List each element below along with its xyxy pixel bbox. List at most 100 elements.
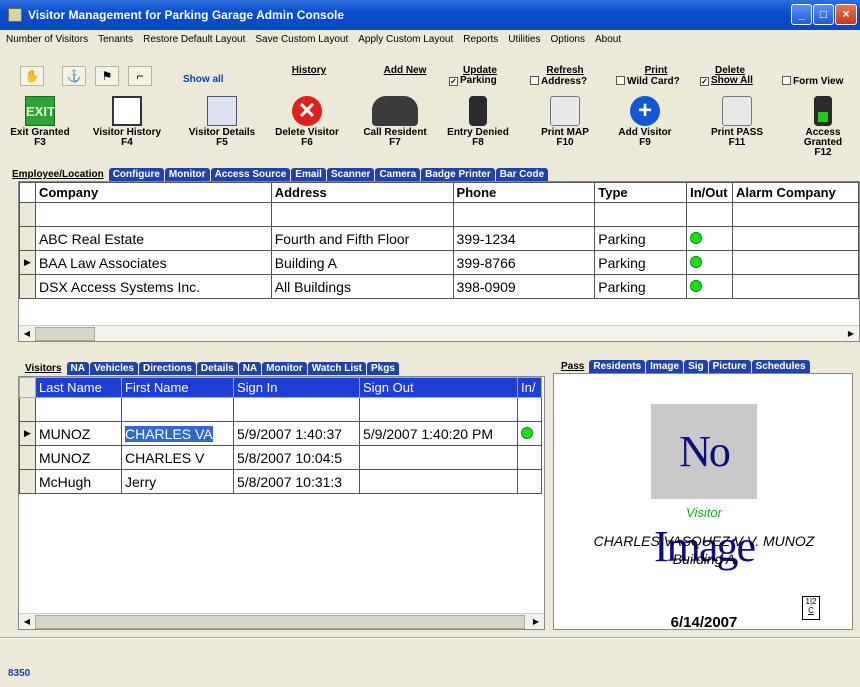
column-header-sign-out[interactable]: Sign Out: [359, 377, 518, 398]
tab-sig[interactable]: Sig: [684, 360, 708, 373]
show-all-checkbox[interactable]: ✓ Show All: [700, 76, 780, 86]
column-header-address[interactable]: Address: [270, 182, 454, 203]
first-name-cell[interactable]: Jerry: [121, 469, 234, 494]
form-view-checkbox[interactable]: Form View: [782, 76, 860, 87]
company-cell[interactable]: DSX Access Systems Inc.: [34, 274, 272, 299]
tab-details[interactable]: Details: [196, 362, 238, 375]
first-name-cell[interactable]: CHARLES VA: [121, 421, 234, 446]
menu-about[interactable]: About: [589, 31, 625, 51]
call-resident-button[interactable]: Call Resident F7: [354, 94, 436, 150]
hand-icon[interactable]: ✋: [20, 66, 44, 86]
column-header-phone[interactable]: Phone: [452, 182, 596, 203]
visitors-grid-horizontal-scrollbar[interactable]: ◀ ▶: [19, 613, 544, 629]
tab-residents[interactable]: Residents: [589, 360, 646, 373]
print-map-button[interactable]: Print MAP F10: [530, 94, 600, 150]
tab-schedules[interactable]: Schedules: [751, 360, 810, 373]
menu-apply-custom-layout[interactable]: Apply Custom Layout: [352, 31, 457, 51]
tab-pkgs[interactable]: Pkgs: [366, 362, 399, 375]
tab-configure[interactable]: Configure: [108, 168, 164, 181]
table-row[interactable]: ABC Real Estate Fourth and Fifth Floor 3…: [19, 226, 859, 251]
phone-cell[interactable]: 399-8766: [452, 250, 596, 275]
table-row[interactable]: [19, 397, 542, 422]
phone-cell[interactable]: [452, 202, 596, 227]
type-cell[interactable]: [594, 202, 688, 227]
column-header-last-name[interactable]: Last Name: [35, 377, 122, 398]
add-new-button[interactable]: Add New: [370, 66, 440, 76]
maximize-button[interactable]: □: [813, 4, 834, 25]
in-out-cell[interactable]: [686, 274, 734, 299]
tab-pass[interactable]: Pass: [557, 360, 589, 373]
scroll-right-icon[interactable]: ▶: [529, 616, 543, 628]
last-name-cell[interactable]: MUNOZ: [35, 445, 122, 470]
first-name-cell[interactable]: [121, 397, 234, 422]
type-cell[interactable]: Parking: [594, 226, 688, 251]
table-row[interactable]: [19, 202, 859, 227]
last-name-cell[interactable]: [35, 397, 122, 422]
table-row[interactable]: DSX Access Systems Inc. All Buildings 39…: [19, 274, 859, 299]
tab-badge-printer[interactable]: Badge Printer: [421, 168, 495, 181]
entry-denied-button[interactable]: Entry Denied F8: [440, 94, 516, 150]
first-name-cell[interactable]: CHARLES V: [121, 445, 234, 470]
type-cell[interactable]: Parking: [594, 250, 688, 275]
last-name-cell[interactable]: MUNOZ: [35, 421, 122, 446]
column-header-type[interactable]: Type: [594, 182, 688, 203]
column-header-in[interactable]: In/: [517, 377, 542, 398]
tab-monitor[interactable]: Monitor: [262, 362, 307, 375]
flag-icon[interactable]: ⚑: [95, 66, 119, 86]
print-pass-button[interactable]: Print PASS F11: [704, 94, 770, 150]
menu-save-custom-layout[interactable]: Save Custom Layout: [249, 31, 352, 51]
menu-options[interactable]: Options: [545, 31, 589, 51]
table-row[interactable]: ▶ BAA Law Associates Building A 399-8766…: [19, 250, 859, 275]
type-cell[interactable]: Parking: [594, 274, 688, 299]
in-cell[interactable]: [517, 445, 542, 470]
parking-checkbox[interactable]: ✓ Parking: [449, 76, 511, 86]
sign-out-cell[interactable]: [359, 445, 518, 470]
tab-employee-location[interactable]: Employee/Location: [8, 168, 108, 181]
address-cell[interactable]: Building A: [270, 250, 454, 275]
tab-image[interactable]: Image: [646, 360, 684, 373]
corner-icon[interactable]: ⌐: [128, 66, 152, 86]
print-button[interactable]: Print: [616, 66, 696, 76]
pin-icon[interactable]: ⚓: [62, 66, 86, 86]
tab-email[interactable]: Email: [291, 168, 326, 181]
address-checkbox[interactable]: Address?: [530, 76, 600, 87]
sign-in-cell[interactable]: [233, 397, 360, 422]
sign-out-cell[interactable]: [359, 397, 518, 422]
table-row[interactable]: ▶ MUNOZ CHARLES VA 5/9/2007 1:40:37 5/9/…: [19, 421, 542, 446]
tab-directions[interactable]: Directions: [138, 362, 196, 375]
address-cell[interactable]: Fourth and Fifth Floor: [270, 226, 454, 251]
column-header-sign-in[interactable]: Sign In: [233, 377, 360, 398]
tab-picture[interactable]: Picture: [708, 360, 751, 373]
column-header-first-name[interactable]: First Name: [121, 377, 234, 398]
phone-cell[interactable]: 398-0909: [452, 274, 596, 299]
history-button[interactable]: History: [284, 66, 334, 76]
column-header-alarm-company[interactable]: Alarm Company: [732, 182, 859, 203]
tab-scanner[interactable]: Scanner: [326, 168, 375, 181]
address-cell[interactable]: [270, 202, 454, 227]
sign-in-cell[interactable]: 5/8/2007 10:31:3: [233, 469, 360, 494]
tab-na-2[interactable]: NA: [238, 362, 262, 375]
scroll-right-icon[interactable]: ▶: [844, 328, 858, 340]
in-cell[interactable]: [517, 421, 542, 446]
access-granted-button[interactable]: Access Granted F12: [786, 94, 860, 158]
tab-bar-code[interactable]: Bar Code: [495, 168, 549, 181]
sign-out-cell[interactable]: [359, 469, 518, 494]
menu-tenants[interactable]: Tenants: [92, 31, 137, 51]
visitor-history-button[interactable]: Visitor History F4: [86, 94, 168, 150]
menu-number-of-visitors[interactable]: Number of Visitors: [0, 31, 92, 51]
scroll-thumb[interactable]: [35, 327, 95, 341]
menu-reports[interactable]: Reports: [457, 31, 502, 51]
refresh-button[interactable]: Refresh: [530, 66, 600, 76]
show-all-link[interactable]: Show all: [183, 74, 224, 85]
in-cell[interactable]: [517, 397, 542, 422]
visitor-details-button[interactable]: Visitor Details F5: [180, 94, 264, 150]
company-cell[interactable]: ABC Real Estate: [34, 226, 272, 251]
menu-restore-default-layout[interactable]: Restore Default Layout: [137, 31, 249, 51]
close-button[interactable]: ×: [835, 4, 857, 25]
alarm-company-cell[interactable]: [732, 226, 859, 251]
in-cell[interactable]: [517, 469, 542, 494]
last-name-cell[interactable]: McHugh: [35, 469, 122, 494]
alarm-company-cell[interactable]: [732, 274, 859, 299]
exit-granted-button[interactable]: EXIT Exit Granted F3: [8, 94, 72, 150]
scroll-thumb[interactable]: [35, 615, 525, 629]
